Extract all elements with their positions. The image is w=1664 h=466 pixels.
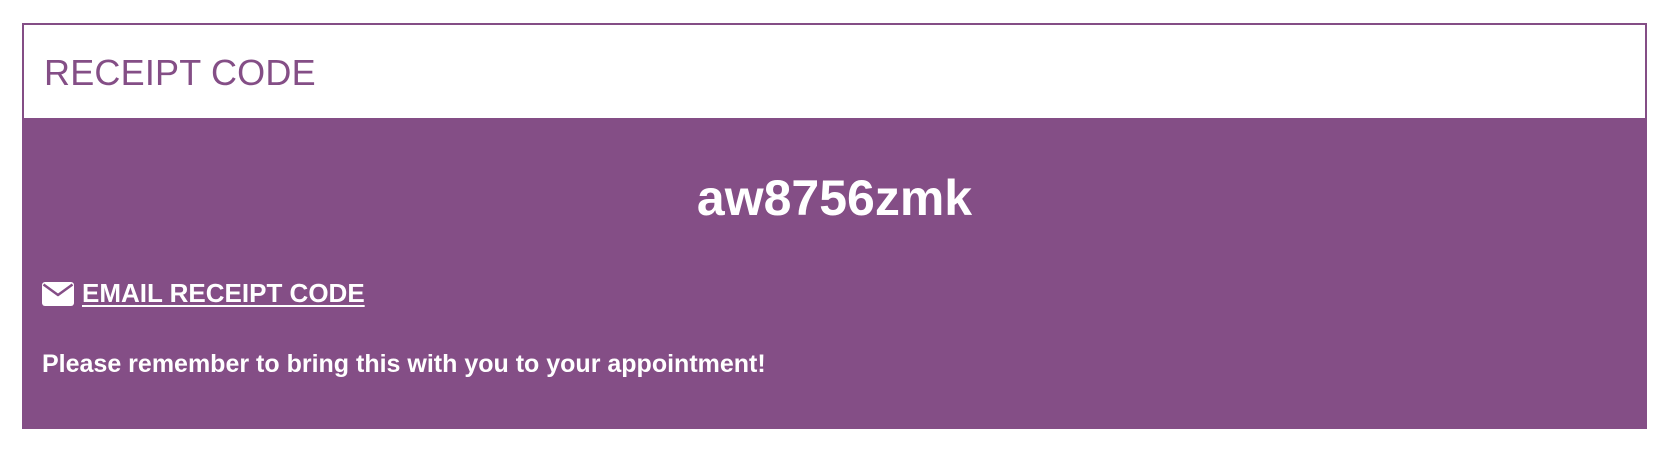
panel-title: RECEIPT CODE [44,51,316,93]
envelope-icon [42,281,74,306]
receipt-code-value: aw8756zmk [696,170,973,226]
receipt-code-panel: RECEIPT CODE aw8756zmk EMAIL RECEIPT COD… [22,23,1647,429]
email-receipt-code-label: EMAIL RECEIPT CODE [82,278,365,308]
panel-header: RECEIPT CODE [24,25,1645,118]
panel-body: aw8756zmk EMAIL RECEIPT CODE Please reme… [22,118,1647,429]
email-receipt-code-link[interactable]: EMAIL RECEIPT CODE [42,278,365,309]
reminder-text: Please remember to bring this with you t… [42,350,766,378]
